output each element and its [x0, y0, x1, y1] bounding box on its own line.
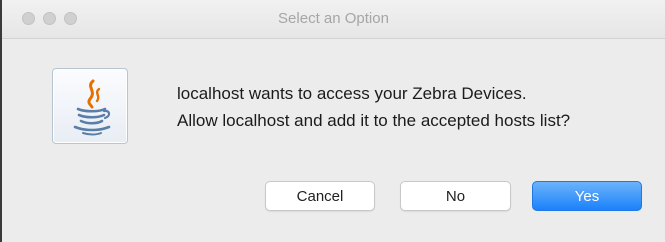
dialog-window: Select an Option localhost wants to acce… — [0, 0, 665, 242]
java-coffee-cup-icon — [52, 68, 128, 144]
dialog-message: localhost wants to access your Zebra Dev… — [177, 80, 570, 134]
yes-button[interactable]: Yes — [532, 181, 642, 211]
cancel-button[interactable]: Cancel — [265, 181, 375, 211]
message-line-1: localhost wants to access your Zebra Dev… — [177, 84, 527, 103]
window-title: Select an Option — [278, 10, 389, 27]
message-line-2: Allow localhost and add it to the accept… — [177, 111, 571, 130]
title-bar[interactable]: Select an Option — [2, 0, 665, 39]
no-button[interactable]: No — [400, 181, 511, 211]
